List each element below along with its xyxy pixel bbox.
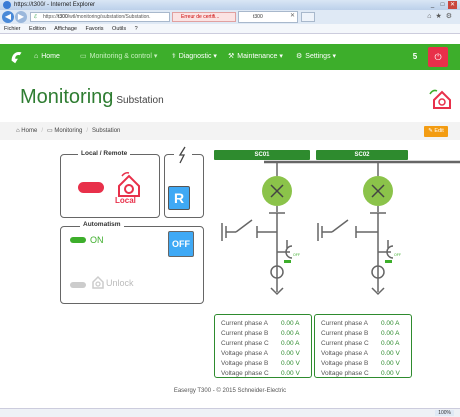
measurement-row: Current phase C 0.00 A [221,340,300,347]
single-line-diagram [221,160,460,296]
nav-maintenance[interactable]: ⚒ Maintenance ▾ [228,44,283,70]
menu-view[interactable]: Affichage [54,26,77,32]
automatism-state-label: ON [90,235,104,245]
certificate-error-badge[interactable]: Erreur de certifi... [172,12,236,22]
page-footer: Easergy T300 - © 2015 Schneider-Electric [173,388,287,394]
feeder-header-sc02: SC02 [316,150,408,160]
sc01-switch-icon [235,219,253,233]
feeder-sc02-line [317,162,394,296]
unlock-indicator [70,282,86,288]
measurement-row: Voltage phase B 0.00 V [321,360,400,367]
monitor-icon: ▭ [80,53,87,60]
stethoscope-icon: ⚕ [172,53,176,60]
main-navbar: ⌂ Home ▭ Monitoring & control ▾ ⚕ Diagnosti… [0,44,460,70]
lightning-icon [174,146,192,164]
sc01-earth-state: OFF [293,253,300,257]
measurement-row: Current phase B 0.00 A [321,330,400,337]
forward-icon[interactable]: ▶ [15,11,27,23]
browser-statusbar: 100% [0,408,460,417]
edit-button[interactable]: ✎ Edit [424,126,448,137]
address-toolbar: ◀ ▶ ℰ https://t300/wtl/monitoring/substa… [0,10,460,24]
local-remote-title: Local / Remote [78,150,131,157]
measurement-row: Current phase C 0.00 A [321,340,400,347]
menu-favorites[interactable]: Favoris [85,26,103,32]
home-icon: ⌂ [34,53,39,60]
new-tab-button[interactable] [301,12,315,22]
window-title: https://t300/ - Internet Explorer [14,2,96,8]
sc02-measurements-panel: Current phase A 0.00 A Current phase B 0.0… [314,314,412,378]
breadcrumb: ⌂ Home / ▭ Monitoring / Substation [0,122,460,140]
unlock-icon [92,275,104,289]
menu-tools[interactable]: Outils [112,26,126,32]
menu-file[interactable]: Fichier [4,26,21,32]
tools-icon: ⚒ [228,53,235,60]
tab-close-icon[interactable]: ✕ [290,12,295,19]
nav-home[interactable]: ⌂ Home [34,44,60,70]
address-input[interactable]: ℰ https://t300/wtl/monitoring/substation… [30,12,170,22]
remote-button[interactable]: R [168,186,190,210]
breadcrumb-home[interactable]: ⌂ Home [16,128,37,134]
local-logo-icon [429,89,451,109]
breadcrumb-monitoring[interactable]: ▭ Monitoring [47,128,82,134]
nav-settings[interactable]: ⚙ Settings ▾ [296,44,336,70]
automatism-title: Automatism [80,221,124,228]
nav-monitoring-control[interactable]: ▭ Monitoring & control ▾ [80,44,157,70]
local-house-icon [118,172,140,197]
automatism-off-button[interactable]: OFF [168,231,194,257]
measurement-row: Voltage phase B 0.00 V [221,360,300,367]
local-mode-label: Local [115,196,136,205]
sc02-switch-icon [331,219,349,233]
minimize-icon[interactable]: _ [428,1,437,9]
automatism-on-indicator [70,237,86,243]
menu-bar: Fichier Edition Affichage Favoris Outils… [0,24,460,34]
close-icon[interactable]: ✕ [448,1,457,9]
measurement-row: Voltage phase A 0.00 V [321,350,400,357]
gears-icon: ⚙ [296,53,303,60]
breadcrumb-substation: Substation [92,128,121,134]
page-subtitle: Substation [116,95,164,106]
logout-button[interactable]: ⏻ [428,47,448,67]
ie-icon [3,1,11,9]
nav-diagnostic[interactable]: ⚕ Diagnostic ▾ [172,44,217,70]
window-titlebar: https://t300/ - Internet Explorer _ □ ✕ [0,0,460,10]
sc02-earth-state: OFF [394,253,401,257]
sc01-measurements-panel: Current phase A 0.00 A Current phase B 0.0… [214,314,312,378]
measurement-row: Voltage phase C 0.00 V [221,370,300,377]
notification-counter[interactable]: 5 [404,44,426,70]
site-logo-icon: ℰ [34,14,38,20]
feeder-header-sc01: SC01 [214,150,310,160]
local-remote-toggle[interactable] [78,182,104,193]
measurement-row: Current phase A 0.00 A [321,320,400,327]
unlock-button[interactable]: Unlock [106,278,134,288]
measurement-row: Voltage phase A 0.00 V [221,350,300,357]
local-remote-panel [60,154,160,218]
browser-tab[interactable]: t300 [238,11,298,23]
menu-help[interactable]: ? [135,26,138,32]
menu-edit[interactable]: Edition [29,26,46,32]
zoom-level[interactable]: 100% [435,410,454,416]
pencil-icon: ✎ [428,128,433,134]
measurement-row: Voltage phase C 0.00 V [321,370,400,377]
home-star-gear-icons[interactable]: ⌂★⚙ [427,12,456,20]
app-logo-icon[interactable] [8,48,26,66]
back-icon[interactable]: ◀ [2,11,14,23]
feeder-sc01-line [221,162,293,296]
page-title: Monitoring Substation [20,86,164,108]
maximize-icon[interactable]: □ [438,1,447,9]
power-icon: ⏻ [434,52,442,62]
measurement-row: Current phase B 0.00 A [221,330,300,337]
measurement-row: Current phase A 0.00 A [221,320,300,327]
